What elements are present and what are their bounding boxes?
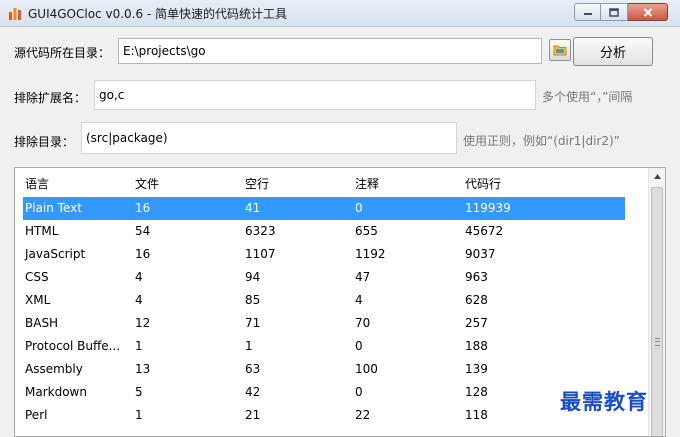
cell-files: 4 — [135, 270, 143, 284]
app-window: GUI4GOCloc v0.0.6 - 简单快速的代码统计工具 源代码所在目录：… — [0, 0, 680, 437]
cell-comment: 100 — [355, 362, 378, 376]
column-header-comment[interactable]: 注释 — [355, 175, 379, 192]
cell-code: 9037 — [465, 247, 496, 261]
cell-files: 1 — [135, 339, 143, 353]
table-row[interactable]: XML 4 85 4 628 — [23, 289, 625, 312]
cell-blank: 71 — [245, 316, 261, 330]
exclude-dir-input[interactable]: (src|package) — [81, 122, 457, 154]
watermark: 最需教育 — [560, 389, 648, 414]
cell-language: Perl — [25, 408, 48, 422]
cell-comment: 1192 — [355, 247, 386, 261]
cell-code: 118 — [465, 408, 488, 422]
source-dir-label: 源代码所在目录： — [14, 46, 111, 60]
grip-icon — [655, 338, 660, 346]
table-row[interactable]: JavaScript 16 1107 1192 9037 — [23, 243, 625, 266]
cell-comment: 4 — [355, 293, 363, 307]
source-dir-input[interactable]: E:\projects\go — [118, 38, 542, 64]
table-header: 语言 文件 空行 注释 代码行 — [15, 168, 645, 196]
exclude-ext-input[interactable]: go,c — [94, 80, 536, 110]
cell-language: Markdown — [25, 385, 87, 399]
chevron-up-icon — [653, 174, 661, 179]
table-row[interactable]: Plain Text 16 41 0 119939 — [23, 197, 625, 220]
scroll-thumb[interactable] — [651, 187, 663, 436]
cell-blank: 41 — [245, 201, 261, 215]
cell-blank: 21 — [245, 408, 261, 422]
cell-code: 45672 — [465, 224, 504, 238]
title-bar[interactable]: GUI4GOCloc v0.0.6 - 简单快速的代码统计工具 — [0, 0, 680, 27]
table-row[interactable]: Markdown 5 42 0 128 — [23, 381, 625, 404]
cell-language: Plain Text — [25, 201, 82, 215]
column-header-code[interactable]: 代码行 — [465, 175, 501, 192]
cell-code: 257 — [465, 316, 488, 330]
cell-files: 54 — [135, 224, 151, 238]
cell-blank: 1107 — [245, 247, 276, 261]
cell-comment: 22 — [355, 408, 371, 422]
table-row[interactable]: Protocol Buffe... 1 1 0 188 — [23, 335, 625, 358]
folder-icon — [553, 45, 567, 56]
cell-files: 4 — [135, 293, 143, 307]
cell-blank: 1 — [245, 339, 253, 353]
column-header-files[interactable]: 文件 — [135, 175, 159, 192]
cell-comment: 47 — [355, 270, 371, 284]
bar-chart-icon — [9, 8, 21, 20]
exclude-dir-hint: 使用正则，例如“(dir1|dir2)” — [463, 134, 620, 148]
cell-language: BASH — [25, 316, 59, 330]
cell-files: 1 — [135, 408, 143, 422]
table-row[interactable]: HTML 54 6323 655 45672 — [23, 220, 625, 243]
window-controls — [574, 3, 668, 21]
cell-code: 628 — [465, 293, 488, 307]
cell-code: 963 — [465, 270, 488, 284]
cell-language: CSS — [25, 270, 49, 284]
cell-language: Protocol Buffe... — [25, 339, 121, 353]
cell-comment: 0 — [355, 385, 363, 399]
cell-files: 16 — [135, 201, 151, 215]
table-row[interactable]: Perl 1 21 22 118 — [23, 404, 625, 427]
exclude-ext-label: 排除扩展名： — [14, 91, 87, 105]
cell-code: 139 — [465, 362, 488, 376]
maximize-button[interactable] — [601, 3, 628, 21]
cell-comment: 0 — [355, 201, 363, 215]
maximize-icon — [609, 7, 619, 17]
cell-language: XML — [25, 293, 51, 307]
table-row[interactable]: Assembly 13 63 100 139 — [23, 358, 625, 381]
cell-comment: 0 — [355, 339, 363, 353]
table-row[interactable]: CSS 4 94 47 963 — [23, 266, 625, 289]
browse-folder-button[interactable] — [549, 39, 571, 61]
column-header-blank[interactable]: 空行 — [245, 175, 269, 192]
cell-code: 188 — [465, 339, 488, 353]
cell-comment: 655 — [355, 224, 378, 238]
cell-files: 12 — [135, 316, 151, 330]
cell-files: 13 — [135, 362, 151, 376]
table-row[interactable]: BASH 12 71 70 257 — [23, 312, 625, 335]
exclude-dir-label: 排除目录： — [14, 135, 75, 149]
cell-blank: 63 — [245, 362, 261, 376]
cell-blank: 42 — [245, 385, 261, 399]
close-button[interactable] — [628, 3, 668, 21]
scroll-up-button[interactable] — [649, 168, 665, 185]
close-icon — [643, 7, 652, 17]
window-title: GUI4GOCloc v0.0.6 - 简单快速的代码统计工具 — [28, 7, 288, 21]
cell-blank: 85 — [245, 293, 261, 307]
cell-code: 119939 — [465, 201, 511, 215]
cell-blank: 94 — [245, 270, 261, 284]
cell-files: 16 — [135, 247, 151, 261]
vertical-scrollbar[interactable] — [648, 168, 665, 436]
minimize-button[interactable] — [574, 3, 601, 21]
analyze-button[interactable]: 分析 — [573, 37, 653, 66]
cell-language: JavaScript — [25, 247, 86, 261]
cell-code: 128 — [465, 385, 488, 399]
cell-blank: 6323 — [245, 224, 276, 238]
exclude-ext-hint: 多个使用“，”间隔 — [542, 90, 633, 104]
cell-comment: 70 — [355, 316, 371, 330]
cell-files: 5 — [135, 385, 143, 399]
column-header-language[interactable]: 语言 — [25, 175, 49, 192]
cell-language: Assembly — [25, 362, 83, 376]
cell-language: HTML — [25, 224, 59, 238]
minimize-icon — [583, 13, 592, 15]
